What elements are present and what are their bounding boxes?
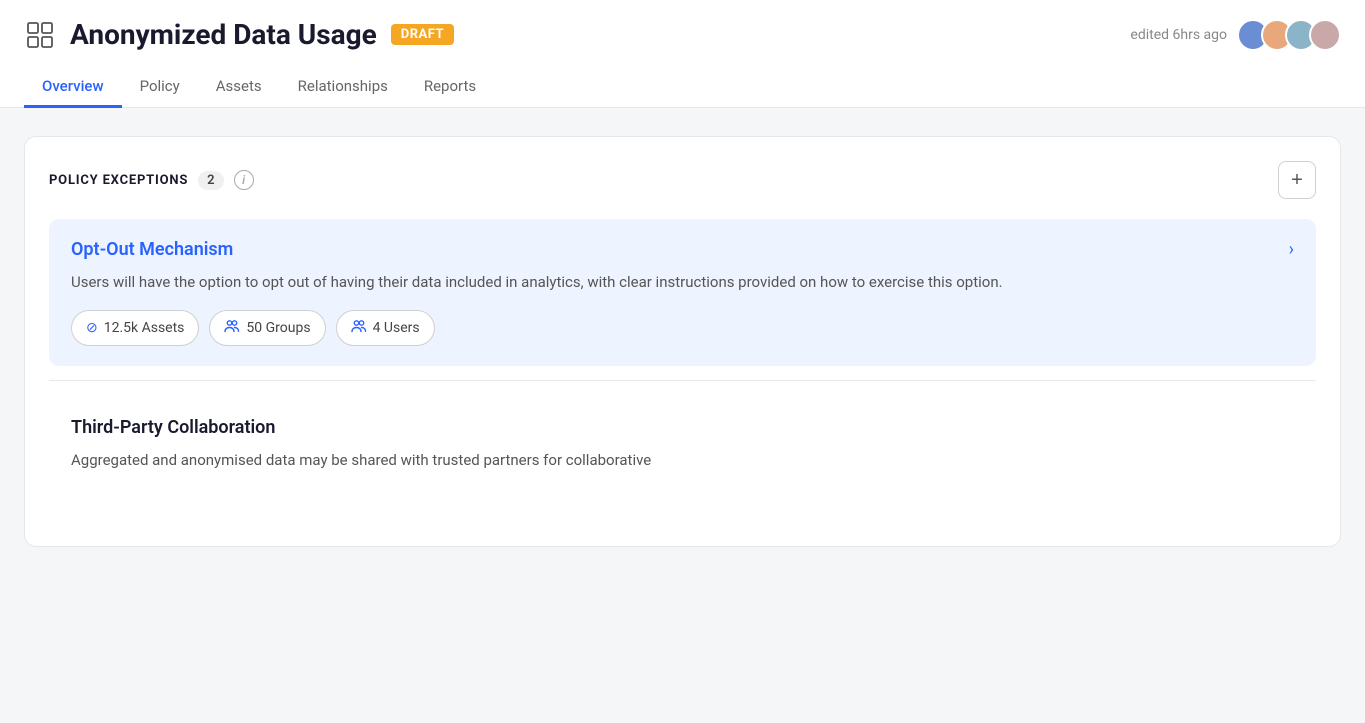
edited-label: edited 6hrs ago (1130, 27, 1227, 43)
circle-slash-icon: ⊘ (86, 320, 98, 336)
assets-tag-label: 12.5k Assets (104, 320, 185, 336)
page-title: Anonymized Data Usage (70, 18, 377, 51)
groups-icon (224, 318, 240, 338)
page-header: Anonymized Data Usage DRAFT edited 6hrs … (0, 0, 1365, 108)
tab-nav: Overview Policy Assets Relationships Rep… (24, 67, 1341, 107)
header-top: Anonymized Data Usage DRAFT edited 6hrs … (24, 18, 1341, 67)
header-right: edited 6hrs ago (1130, 19, 1341, 51)
exception-description-third-party: Aggregated and anonymised data may be sh… (71, 448, 1294, 472)
users-tag[interactable]: 4 Users (336, 310, 435, 346)
tab-reports[interactable]: Reports (406, 67, 494, 108)
avatar (1309, 19, 1341, 51)
policy-exceptions-card: POLICY EXCEPTIONS 2 i + Opt-Out Mechanis… (24, 136, 1341, 547)
exception-description-opt-out: Users will have the option to opt out of… (71, 270, 1294, 294)
groups-tag[interactable]: 50 Groups (209, 310, 325, 346)
assets-tag[interactable]: ⊘ 12.5k Assets (71, 310, 199, 346)
exception-title-row-2: Third-Party Collaboration (71, 417, 1294, 438)
tab-assets[interactable]: Assets (198, 67, 280, 108)
card-title-row: POLICY EXCEPTIONS 2 i (49, 170, 254, 190)
document-icon (24, 19, 56, 51)
card-header: POLICY EXCEPTIONS 2 i + (49, 161, 1316, 199)
users-icon (351, 318, 367, 338)
tags-row: ⊘ 12.5k Assets 50 Groups (71, 310, 1294, 346)
exception-title-opt-out[interactable]: Opt-Out Mechanism (71, 239, 233, 260)
tab-relationships[interactable]: Relationships (280, 67, 406, 108)
avatar-group (1237, 19, 1341, 51)
exception-item-third-party: Third-Party Collaboration Aggregated and… (49, 397, 1316, 508)
add-exception-button[interactable]: + (1278, 161, 1316, 199)
exception-title-third-party[interactable]: Third-Party Collaboration (71, 417, 275, 438)
draft-badge: DRAFT (391, 24, 454, 45)
chevron-right-icon: › (1289, 239, 1294, 260)
users-tag-label: 4 Users (373, 320, 420, 336)
groups-tag-label: 50 Groups (246, 320, 310, 336)
main-content: POLICY EXCEPTIONS 2 i + Opt-Out Mechanis… (0, 108, 1365, 575)
tab-overview[interactable]: Overview (24, 67, 122, 108)
info-icon[interactable]: i (234, 170, 254, 190)
divider (49, 380, 1316, 381)
title-area: Anonymized Data Usage DRAFT (24, 18, 454, 51)
exception-title-row: Opt-Out Mechanism › (71, 239, 1294, 260)
tab-policy[interactable]: Policy (122, 67, 198, 108)
section-title: POLICY EXCEPTIONS (49, 173, 188, 188)
exceptions-count: 2 (198, 171, 223, 190)
exception-item-opt-out: Opt-Out Mechanism › Users will have the … (49, 219, 1316, 366)
